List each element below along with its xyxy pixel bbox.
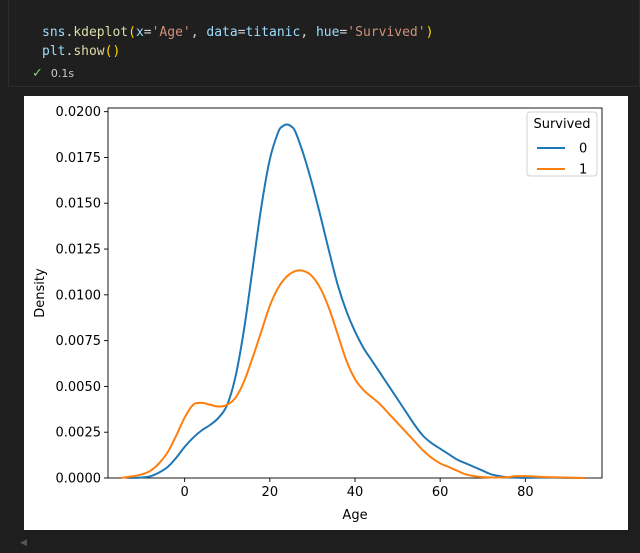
y-tick-label: 0.0150 xyxy=(56,197,102,212)
code-token: , xyxy=(300,25,316,40)
x-tick-label: 0 xyxy=(181,485,189,500)
x-axis-label: Age xyxy=(342,508,367,523)
y-tick-label: 0.0125 xyxy=(56,243,102,258)
y-tick-label: 0.0100 xyxy=(56,288,102,303)
y-tick-label: 0.0200 xyxy=(56,105,102,120)
code-token: show xyxy=(73,44,105,59)
code-token: sns xyxy=(42,25,66,40)
scroll-left-icon[interactable]: ◀ xyxy=(20,538,27,548)
y-tick-label: 0.0075 xyxy=(56,334,102,349)
execution-time: 0.1s xyxy=(50,67,75,80)
legend-title: Survived xyxy=(533,117,590,132)
x-tick-label: 80 xyxy=(517,485,534,500)
code-token: titanic xyxy=(245,25,301,40)
code-token: 'Survived' xyxy=(347,25,426,40)
code-token: , xyxy=(190,25,207,40)
y-tick-label: 0.0000 xyxy=(56,472,102,487)
code-token: = xyxy=(143,25,152,40)
code-token: plt xyxy=(42,44,66,59)
code-token: () xyxy=(104,44,121,59)
code-token: ( xyxy=(128,25,136,40)
cell-output: 0 20 40 60 80 0.0000 0.0025 0.0050 0.0075 0.0100 0… xyxy=(24,96,628,530)
code-token: data xyxy=(206,25,238,40)
code-cell[interactable]: sns.kdeplot(x='Age', data=titanic, hue='… xyxy=(8,0,640,87)
code-line-1: sns.kdeplot(x='Age', data=titanic, hue='… xyxy=(42,23,433,42)
y-tick-label: 0.0050 xyxy=(56,380,102,395)
code-token: hue xyxy=(315,25,340,40)
legend-label-1: 1 xyxy=(579,163,587,178)
code-token: = xyxy=(237,25,246,40)
x-tick-label: 40 xyxy=(347,485,364,500)
code-token: ) xyxy=(425,25,434,40)
code-line-2: plt.show() xyxy=(42,42,433,61)
x-tick-label: 20 xyxy=(262,485,279,500)
code-token: kdeplot xyxy=(73,25,129,40)
code-token: x xyxy=(135,25,144,40)
y-tick-label: 0.0025 xyxy=(56,426,102,441)
kde-chart: 0 20 40 60 80 0.0000 0.0025 0.0050 0.0075 0.0100 0… xyxy=(33,105,603,523)
x-tick-label: 60 xyxy=(432,485,449,500)
y-tick-label: 0.0175 xyxy=(56,151,102,166)
code-editor[interactable]: sns.kdeplot(x='Age', data=titanic, hue='… xyxy=(42,23,433,61)
y-axis-label: Density xyxy=(33,268,48,318)
check-icon: ✓ xyxy=(32,66,43,81)
legend-label-0: 0 xyxy=(579,142,587,157)
series-line-1 xyxy=(120,269,585,479)
execution-status: ✓ 0.1s xyxy=(32,66,74,81)
series-line-0 xyxy=(129,123,585,479)
code-token: 'Age' xyxy=(151,25,191,40)
horizontal-scrollbar[interactable] xyxy=(0,537,640,553)
